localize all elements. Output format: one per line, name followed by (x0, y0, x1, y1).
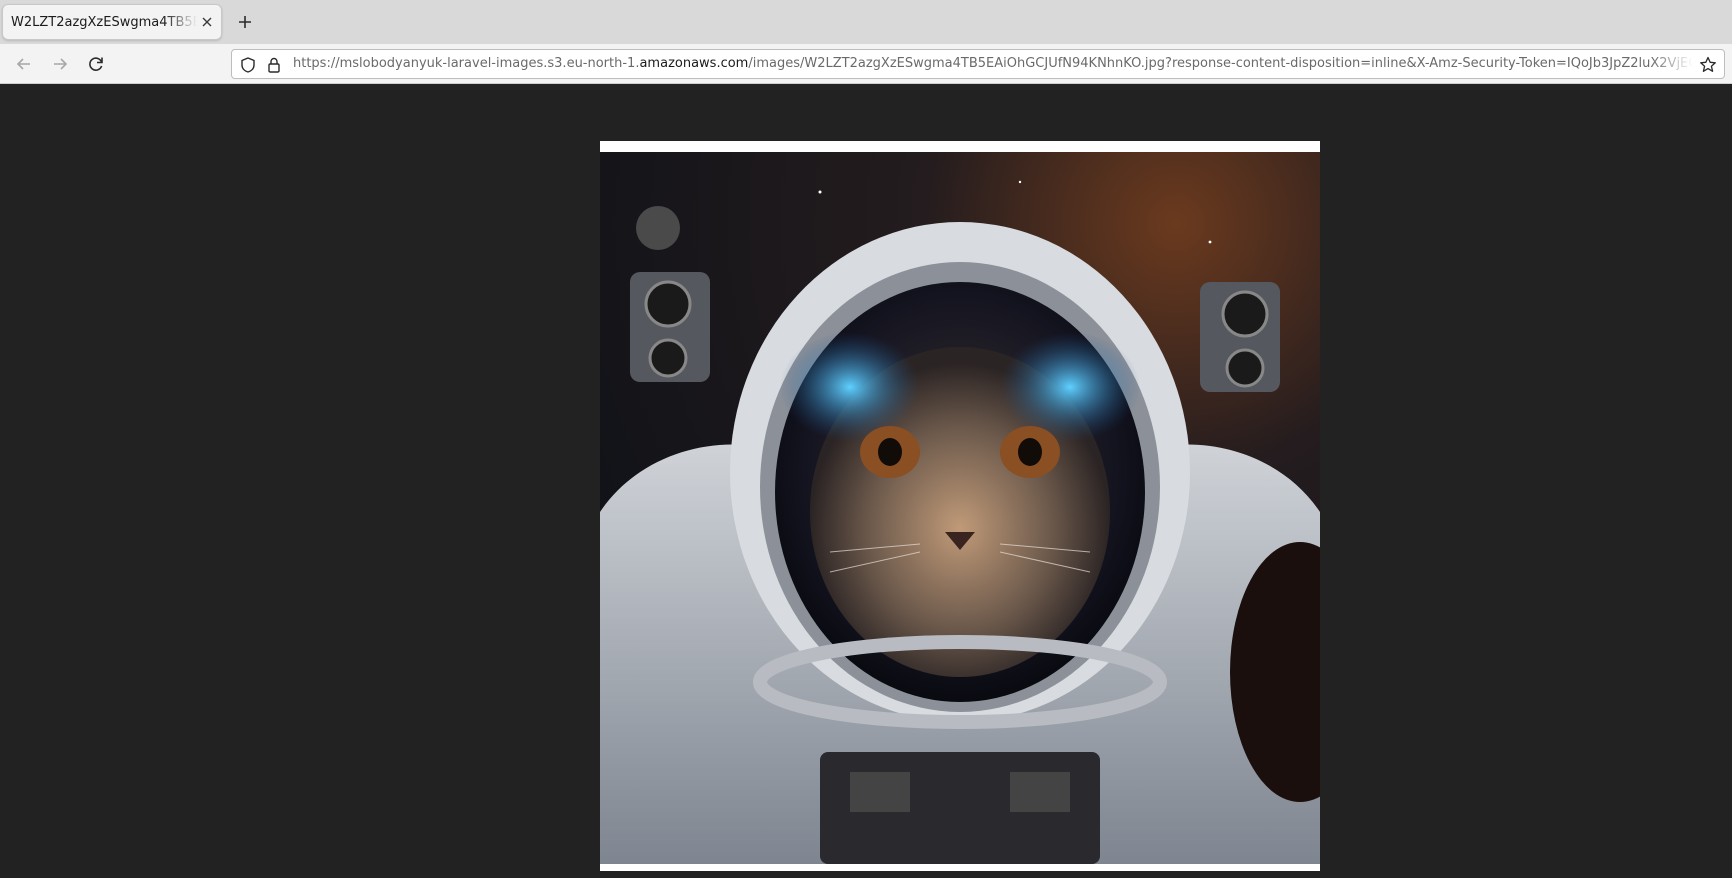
tab-title: W2LZT2azgXzESwgma4TB5EAiOhGCJUfN94KNhnKO… (11, 15, 197, 30)
image-frame (600, 141, 1320, 871)
arrow-right-icon[interactable] (49, 53, 71, 75)
close-icon[interactable] (199, 14, 215, 30)
shield-icon[interactable] (239, 56, 257, 74)
tab-bar: W2LZT2azgXzESwgma4TB5EAiOhGCJUfN94KNhnKO… (0, 0, 1732, 44)
lock-icon[interactable] (265, 56, 283, 74)
url-domain: amazonaws.com (639, 56, 749, 71)
url-bar[interactable]: https://mslobodyanyuk-laravel-images.s3.… (231, 49, 1725, 79)
arrow-left-icon[interactable] (13, 53, 35, 75)
url-path: /images/W2LZT2azgXzESwgma4TB5EAiOhGCJUfN… (748, 56, 1693, 71)
star-icon[interactable] (1698, 55, 1718, 75)
reload-icon[interactable] (85, 53, 107, 75)
plus-icon[interactable] (234, 11, 256, 33)
url-prefix: https://mslobodyanyuk-laravel-images.s3.… (293, 56, 640, 71)
navigation-bar: https://mslobodyanyuk-laravel-images.s3.… (0, 44, 1732, 84)
astronaut-cat-image[interactable] (600, 152, 1320, 864)
image-viewer (0, 84, 1732, 878)
url-text[interactable]: https://mslobodyanyuk-laravel-images.s3.… (293, 56, 1693, 71)
tab-active[interactable]: W2LZT2azgXzESwgma4TB5EAiOhGCJUfN94KNhnKO… (2, 4, 222, 40)
